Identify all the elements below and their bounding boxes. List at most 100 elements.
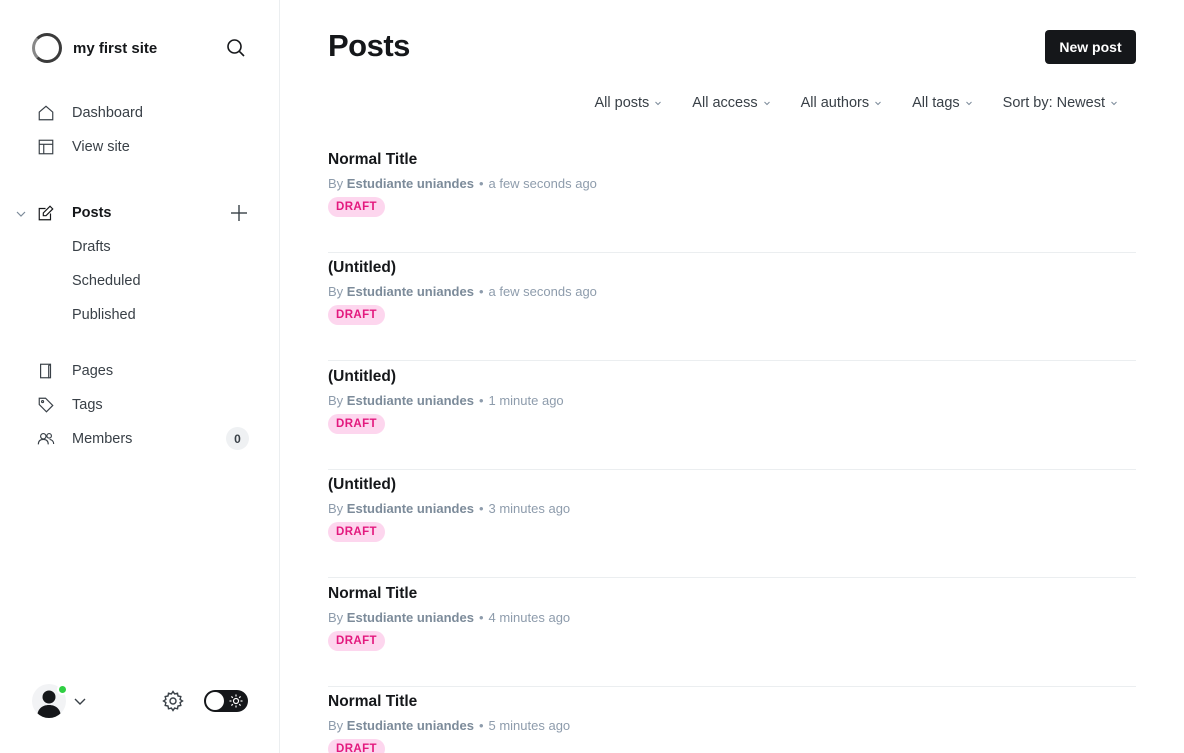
theme-toggle[interactable] — [204, 690, 248, 712]
post-row[interactable]: Normal Title By Estudiante uniandes • 5 mi… — [328, 687, 1136, 753]
sidebar: my first site Dashboard View site Posts … — [0, 0, 280, 753]
filter-access-label: All access — [692, 95, 758, 111]
chevron-down-icon — [965, 101, 972, 106]
post-row[interactable]: Normal Title By Estudiante uniandes • 4 mi… — [328, 579, 1136, 687]
nav-view-site-label: View site — [72, 139, 130, 155]
page-title: Posts — [328, 28, 410, 63]
post-title: Normal Title — [328, 585, 418, 602]
members-icon — [36, 429, 56, 449]
meta-separator: • — [478, 610, 484, 625]
meta-separator: • — [478, 718, 484, 733]
nav-dashboard-label: Dashboard — [72, 105, 143, 121]
post-meta: By Estudiante uniandes • 5 minutes ago — [328, 718, 570, 733]
post-time: a few seconds ago — [488, 176, 597, 191]
post-author: Estudiante uniandes — [346, 610, 474, 625]
online-status-dot — [57, 684, 68, 695]
home-icon — [36, 103, 56, 123]
post-by: By — [328, 284, 344, 299]
layout-icon — [36, 137, 56, 157]
toggle-knob — [206, 692, 224, 710]
nav-scheduled[interactable]: Scheduled — [72, 269, 141, 293]
nav-pages-label: Pages — [72, 363, 114, 379]
pencil-icon — [36, 203, 56, 223]
sidebar-footer — [32, 684, 250, 718]
post-row[interactable]: (Untitled) By Estudiante uniandes • 1 minu… — [328, 362, 1136, 470]
posts-collapse-chevron-icon[interactable] — [14, 207, 28, 221]
gear-icon[interactable] — [161, 689, 185, 713]
chevron-down-icon — [1111, 101, 1117, 106]
post-time: 3 minutes ago — [488, 501, 571, 516]
meta-separator: • — [478, 284, 484, 299]
filter-tags-dropdown[interactable]: All tags — [912, 95, 973, 111]
tag-icon — [36, 395, 56, 415]
post-author: Estudiante uniandes — [346, 284, 474, 299]
site-title: my first site — [73, 39, 158, 57]
filter-authors-dropdown[interactable]: All authors — [801, 95, 883, 111]
post-row[interactable]: (Untitled) By Estudiante uniandes • 3 minu… — [328, 470, 1136, 578]
post-author: Estudiante uniandes — [346, 501, 474, 516]
status-badge: DRAFT — [328, 414, 385, 434]
post-author: Estudiante uniandes — [346, 176, 474, 191]
members-count-badge: 0 — [226, 427, 249, 450]
post-by: By — [328, 610, 344, 625]
nav-posts-label: Posts — [72, 205, 112, 221]
post-title: (Untitled) — [328, 259, 397, 276]
filter-type-dropdown[interactable]: All posts — [594, 95, 662, 111]
nav-members-label: Members — [72, 431, 133, 447]
nav-posts[interactable]: Posts — [36, 200, 206, 226]
chevron-down-icon — [763, 101, 770, 106]
site-header[interactable]: my first site — [32, 32, 250, 64]
post-meta: By Estudiante uniandes • a few seconds ago — [328, 176, 597, 191]
post-by: By — [328, 501, 344, 516]
post-by: By — [328, 393, 344, 408]
nav-tags-label: Tags — [72, 397, 103, 413]
status-badge: DRAFT — [328, 305, 385, 325]
search-icon[interactable] — [224, 36, 248, 60]
post-meta: By Estudiante uniandes • 4 minutes ago — [328, 610, 570, 625]
chevron-down-icon — [655, 101, 662, 106]
nav-drafts[interactable]: Drafts — [72, 235, 111, 259]
filter-tags-label: All tags — [912, 95, 960, 111]
add-post-icon[interactable] — [228, 202, 250, 224]
post-time: 5 minutes ago — [488, 718, 571, 733]
nav-view-site[interactable]: View site — [36, 134, 250, 160]
post-by: By — [328, 176, 344, 191]
nav-tags[interactable]: Tags — [36, 392, 250, 418]
post-title: Normal Title — [328, 693, 418, 710]
sort-dropdown[interactable]: Sort by: Newest — [1003, 95, 1118, 111]
post-by: By — [328, 718, 344, 733]
nav-dashboard[interactable]: Dashboard — [36, 100, 250, 126]
filter-type-label: All posts — [594, 95, 650, 111]
nav-members[interactable]: Members — [36, 426, 206, 452]
nav-published[interactable]: Published — [72, 303, 136, 327]
status-badge: DRAFT — [328, 739, 385, 753]
nav-pages[interactable]: Pages — [36, 358, 250, 384]
site-logo — [32, 33, 62, 63]
post-title: (Untitled) — [328, 476, 397, 493]
post-row[interactable]: Normal Title By Estudiante uniandes • a fe… — [328, 145, 1136, 253]
chevron-down-icon[interactable] — [72, 693, 88, 709]
meta-separator: • — [478, 501, 484, 516]
post-title: (Untitled) — [328, 368, 397, 385]
meta-separator: • — [478, 176, 484, 191]
filter-access-dropdown[interactable]: All access — [692, 95, 770, 111]
filter-bar: All posts All access All authors All tag… — [564, 93, 1118, 113]
sun-icon — [229, 694, 243, 708]
sort-label: Sort by: Newest — [1002, 95, 1105, 111]
post-meta: By Estudiante uniandes • a few seconds ago — [328, 284, 597, 299]
page-icon — [36, 361, 56, 381]
post-author: Estudiante uniandes — [346, 718, 474, 733]
status-badge: DRAFT — [328, 522, 385, 542]
post-meta: By Estudiante uniandes • 3 minutes ago — [328, 501, 570, 516]
new-post-button[interactable]: New post — [1045, 30, 1136, 64]
status-badge: DRAFT — [328, 197, 385, 217]
post-time: 4 minutes ago — [488, 610, 571, 625]
filter-authors-label: All authors — [800, 95, 870, 111]
chevron-down-icon — [875, 101, 881, 106]
post-row[interactable]: (Untitled) By Estudiante uniandes • a few … — [328, 253, 1136, 361]
post-time: 1 minute ago — [488, 393, 564, 408]
meta-separator: • — [478, 393, 484, 408]
post-meta: By Estudiante uniandes • 1 minute ago — [328, 393, 564, 408]
post-author: Estudiante uniandes — [346, 393, 474, 408]
post-time: a few seconds ago — [488, 284, 597, 299]
